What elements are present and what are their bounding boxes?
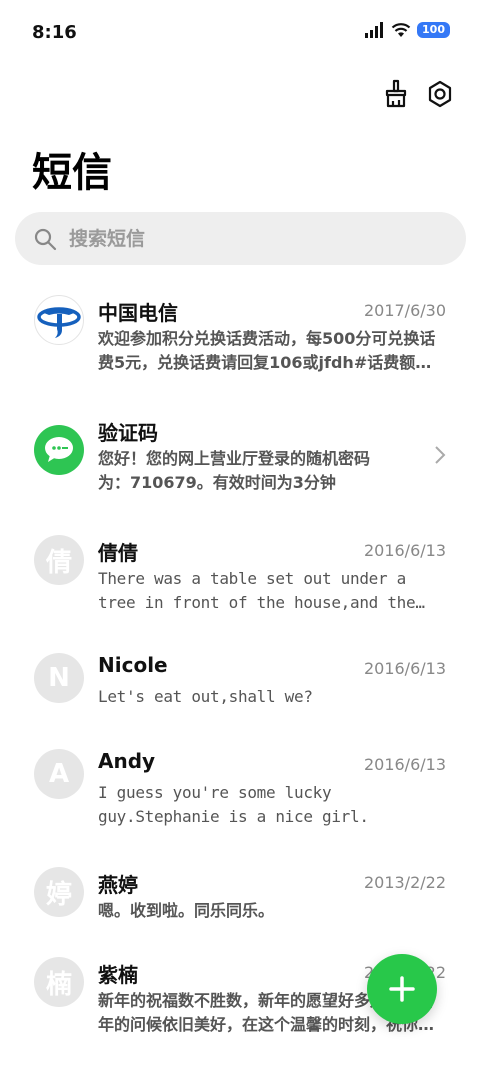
contact-name: 中国电信 [98, 301, 178, 325]
message-bubble-icon [34, 425, 84, 475]
page-title: 短信 [32, 150, 112, 196]
contact-name: Andy [98, 749, 156, 773]
broom-icon[interactable] [382, 78, 410, 110]
message-preview: Let's eat out,shall we? [98, 687, 313, 706]
message-date: 2016/6/13 [363, 541, 446, 560]
conversation-row[interactable]: 倩 倩倩 2016/6/13 There was a table set out… [0, 523, 480, 641]
message-date: 2016/6/13 [363, 755, 446, 774]
avatar: 倩 [34, 535, 84, 585]
status-time: 8:16 [32, 22, 77, 43]
contact-name: Nicole [98, 653, 168, 677]
avatar: N [34, 653, 84, 703]
search-icon [34, 228, 57, 250]
avatar: 楠 [34, 957, 84, 1007]
message-preview: I guess you're some lucky guy.Stephanie … [98, 783, 369, 826]
china-telecom-logo-icon [34, 295, 84, 345]
signal-icon [365, 22, 384, 38]
conversation-row[interactable]: 婷 燕婷 2013/2/22 嗯。收到啦。同乐同乐。 [0, 855, 480, 951]
contact-name: 倩倩 [98, 541, 138, 565]
conversation-row[interactable]: 中国电信 2017/6/30 欢迎参加积分兑换话费活动，每500分可兑换话费5元… [0, 283, 480, 403]
wifi-icon [391, 23, 411, 37]
message-preview: 您好！您的网上营业厅登录的随机密码为：710679。有效时间为3分钟 [98, 449, 371, 492]
status-bar: 8:16 100 [0, 0, 480, 64]
avatar: A [34, 749, 84, 799]
status-icons: 100 [365, 22, 450, 38]
message-date: 2017/6/30 [363, 301, 446, 320]
message-date: 2016/6/13 [363, 659, 446, 678]
message-preview: 嗯。收到啦。同乐同乐。 [98, 901, 275, 920]
conversation-list: 中国电信 2017/6/30 欢迎参加积分兑换话费活动，每500分可兑换话费5元… [0, 283, 480, 1051]
search-input[interactable] [69, 227, 429, 250]
chevron-right-icon [435, 446, 446, 464]
new-message-button[interactable] [367, 954, 437, 1024]
message-date: 2013/2/22 [363, 873, 446, 892]
contact-name: 验证码 [98, 421, 158, 445]
conversation-row[interactable]: 验证码 您好！您的网上营业厅登录的随机密码为：710679。有效时间为3分钟 [0, 403, 480, 523]
search-bar[interactable] [15, 212, 466, 265]
contact-name: 紫楠 [98, 963, 138, 987]
message-preview: There was a table set out under a tree i… [98, 569, 416, 612]
settings-icon[interactable] [426, 78, 454, 110]
contact-name: 燕婷 [98, 873, 138, 897]
message-preview: 欢迎参加积分兑换话费活动，每500分可兑换话费5元，兑换话费请回复106或jfd… [98, 329, 436, 372]
avatar: 婷 [34, 867, 84, 917]
conversation-row[interactable]: N Nicole 2016/6/13 Let's eat out,shall w… [0, 641, 480, 737]
plus-icon [389, 976, 415, 1002]
conversation-row[interactable]: A Andy 2016/6/13 I guess you're some luc… [0, 737, 480, 855]
top-actions [382, 78, 454, 110]
battery-indicator: 100 [417, 22, 450, 38]
